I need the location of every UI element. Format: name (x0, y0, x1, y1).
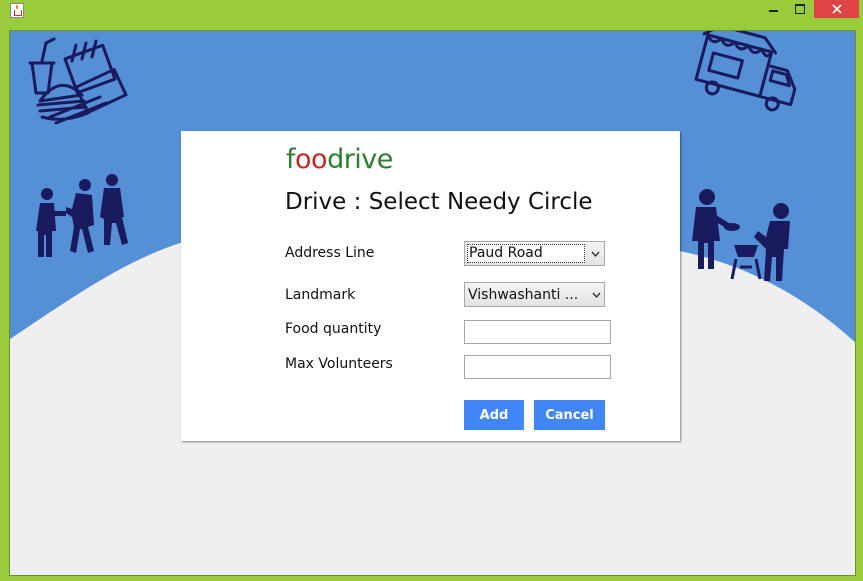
logo-part-2: oo (295, 144, 328, 175)
add-button[interactable]: Add (464, 400, 524, 430)
title-bar (0, 0, 863, 22)
java-app-icon (10, 3, 24, 18)
food-quantity-label: Food quantity (285, 321, 382, 337)
foodrive-logo: foodrive (286, 143, 393, 177)
window-content: foodrive Drive : Select Needy Circle Add… (9, 30, 856, 576)
chevron-down-icon (587, 251, 603, 257)
chevron-down-icon (588, 292, 604, 298)
landmark-value: Vishwashanti ... (468, 286, 579, 303)
maximize-button[interactable] (787, 0, 813, 18)
logo-part-1: f (286, 144, 296, 175)
max-volunteers-input[interactable] (464, 355, 611, 379)
minimize-icon (768, 10, 778, 12)
max-volunteers-label: Max Volunteers (285, 356, 393, 372)
maximize-icon (795, 4, 805, 14)
landmark-label: Landmark (285, 287, 356, 303)
logo-part-3: drive (327, 144, 393, 175)
dialog-title: Drive : Select Needy Circle (285, 189, 593, 215)
food-quantity-input[interactable] (464, 320, 611, 344)
address-line-dropdown[interactable]: Paud Road (464, 241, 605, 266)
close-button[interactable] (814, 0, 859, 18)
address-line-value: Paud Road (467, 244, 585, 263)
minimize-button[interactable] (760, 0, 786, 18)
landmark-dropdown[interactable]: Vishwashanti ... (464, 282, 605, 307)
close-icon (831, 4, 842, 14)
address-line-label: Address Line (285, 245, 375, 261)
select-needy-circle-dialog: foodrive Drive : Select Needy Circle Add… (181, 131, 680, 441)
cancel-button[interactable]: Cancel (534, 400, 605, 430)
